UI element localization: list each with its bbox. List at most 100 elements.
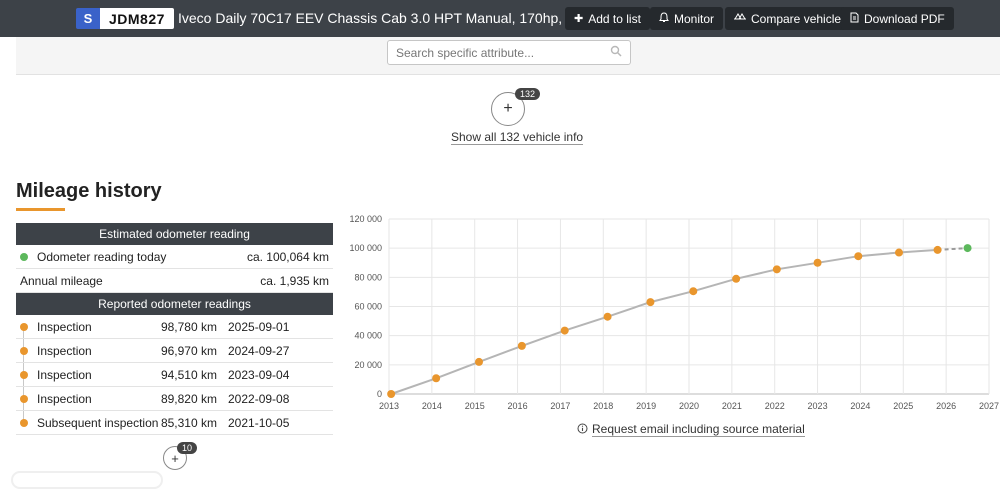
y-tick-label: 40 000	[354, 331, 382, 341]
x-tick-label: 2020	[679, 401, 699, 411]
reading-point	[646, 298, 655, 307]
x-tick-label: 2022	[765, 401, 785, 411]
reading-date: 2021-10-05	[228, 415, 290, 430]
reading-point	[689, 287, 698, 296]
x-tick-label: 2014	[422, 401, 442, 411]
pdf-icon	[850, 12, 859, 26]
reading-point	[475, 357, 483, 366]
reading-row: Inspection 96,970 km 2024-09-27	[16, 339, 333, 363]
reading-dot	[20, 419, 28, 427]
section-title: Mileage history	[16, 180, 162, 202]
reading-km: 85,310 km	[160, 415, 217, 430]
top-bar: S JDM827 Iveco Daily 70C17 EEV Chassis C…	[0, 0, 1000, 37]
estimated-header: Estimated odometer reading	[16, 223, 333, 245]
y-tick-label: 0	[377, 389, 382, 399]
reading-point	[517, 341, 526, 350]
annual-mileage-label: Annual mileage	[20, 273, 103, 288]
plate-number: JDM827	[100, 8, 174, 29]
plus-icon: +	[503, 100, 513, 117]
reading-dot	[20, 371, 28, 379]
reading-km: 96,970 km	[160, 343, 217, 358]
vehicle-title: Iveco Daily 70C17 EEV Chassis Cab 3.0 HP…	[178, 10, 598, 26]
reading-row: Inspection 94,510 km 2023-09-04	[16, 363, 333, 387]
x-tick-label: 2024	[850, 401, 870, 411]
add-to-list-label: Add to list	[588, 11, 641, 26]
info-icon	[577, 423, 588, 437]
reading-type: Inspection	[37, 391, 92, 406]
odometer-today-row: Odometer reading today ca. 100,064 km	[16, 245, 333, 269]
show-all-link[interactable]: Show all 132 vehicle info	[451, 130, 584, 145]
odometer-today-label: Odometer reading today	[37, 249, 167, 264]
reading-date: 2023-09-04	[228, 367, 290, 382]
reading-date: 2025-09-01	[228, 319, 290, 334]
odometer-today-value: ca. 100,064 km	[246, 249, 329, 264]
annual-mileage-row: Annual mileage ca. 1,935 km	[16, 269, 333, 293]
x-tick-label: 2018	[593, 401, 613, 411]
reading-dot	[20, 347, 28, 355]
download-label: Download PDF	[864, 11, 945, 26]
search-icon[interactable]	[610, 45, 622, 60]
y-tick-label: 120 000	[349, 214, 382, 224]
x-tick-label: 2021	[722, 401, 742, 411]
reading-point	[772, 265, 781, 274]
more-readings-badge: 10	[177, 442, 198, 454]
info-count-badge: 132	[515, 88, 541, 100]
reported-header: Reported odometer readings	[16, 293, 333, 315]
search-input[interactable]	[396, 45, 610, 60]
title-underline	[16, 208, 65, 211]
estimate-point	[963, 244, 972, 253]
x-tick-label: 2017	[550, 401, 570, 411]
reading-point	[432, 374, 441, 383]
x-tick-label: 2027	[979, 401, 999, 411]
compare-icon	[734, 12, 746, 25]
add-to-list-button[interactable]: ✚ Add to list	[565, 7, 650, 30]
x-tick-label: 2025	[893, 401, 913, 411]
y-tick-label: 80 000	[354, 272, 382, 282]
reading-type: Inspection	[37, 319, 92, 334]
y-tick-label: 100 000	[349, 243, 382, 253]
compare-vehicle-button[interactable]: Compare vehicle	[725, 7, 851, 30]
request-email-label: Request email including source material	[592, 422, 805, 437]
reading-date: 2022-09-08	[228, 391, 290, 406]
y-tick-label: 60 000	[354, 302, 382, 312]
reading-point	[895, 248, 903, 257]
reading-point	[387, 390, 396, 398]
reading-dot	[20, 323, 28, 331]
y-tick-label: 20 000	[354, 360, 382, 370]
annual-mileage-value: ca. 1,935 km	[260, 273, 329, 288]
download-pdf-button[interactable]: Download PDF	[841, 7, 954, 30]
request-email-link[interactable]: Request email including source material	[577, 422, 805, 437]
reading-type: Inspection	[37, 343, 92, 358]
reading-dot	[20, 395, 28, 403]
mileage-chart: 0 20 000 40 000 60 000 80 000 100 000 120 000 2…	[349, 214, 999, 411]
plus-icon: +	[171, 450, 179, 466]
x-tick-label: 2013	[379, 401, 399, 411]
reading-type: Subsequent inspection	[37, 415, 159, 430]
attribute-search[interactable]	[387, 40, 631, 65]
reading-row: Inspection 89,820 km 2022-09-08	[16, 387, 333, 411]
reading-point	[560, 326, 569, 335]
x-tick-label: 2023	[808, 401, 828, 411]
mileage-line	[390, 248, 938, 395]
reading-point	[854, 252, 863, 261]
x-tick-label: 2016	[508, 401, 528, 411]
x-tick-label: 2026	[936, 401, 956, 411]
estimate-dot	[20, 253, 28, 261]
reading-km: 89,820 km	[160, 391, 217, 406]
monitor-button[interactable]: Monitor	[650, 7, 724, 30]
plate-country: S	[76, 8, 100, 29]
monitor-label: Monitor	[674, 11, 715, 26]
reading-km: 98,780 km	[160, 319, 217, 334]
license-plate: S JDM827	[76, 8, 174, 29]
watermark-logo	[10, 466, 170, 498]
reading-point	[933, 245, 942, 254]
plus-icon: ✚	[574, 13, 584, 25]
x-tick-label: 2015	[465, 401, 485, 411]
reading-type: Inspection	[37, 367, 92, 382]
reading-point	[603, 312, 612, 321]
reading-date: 2024-09-27	[228, 343, 290, 358]
compare-label: Compare vehicle	[751, 11, 842, 26]
x-tick-label: 2019	[636, 401, 656, 411]
reading-point	[813, 258, 822, 267]
reading-km: 94,510 km	[160, 367, 217, 382]
